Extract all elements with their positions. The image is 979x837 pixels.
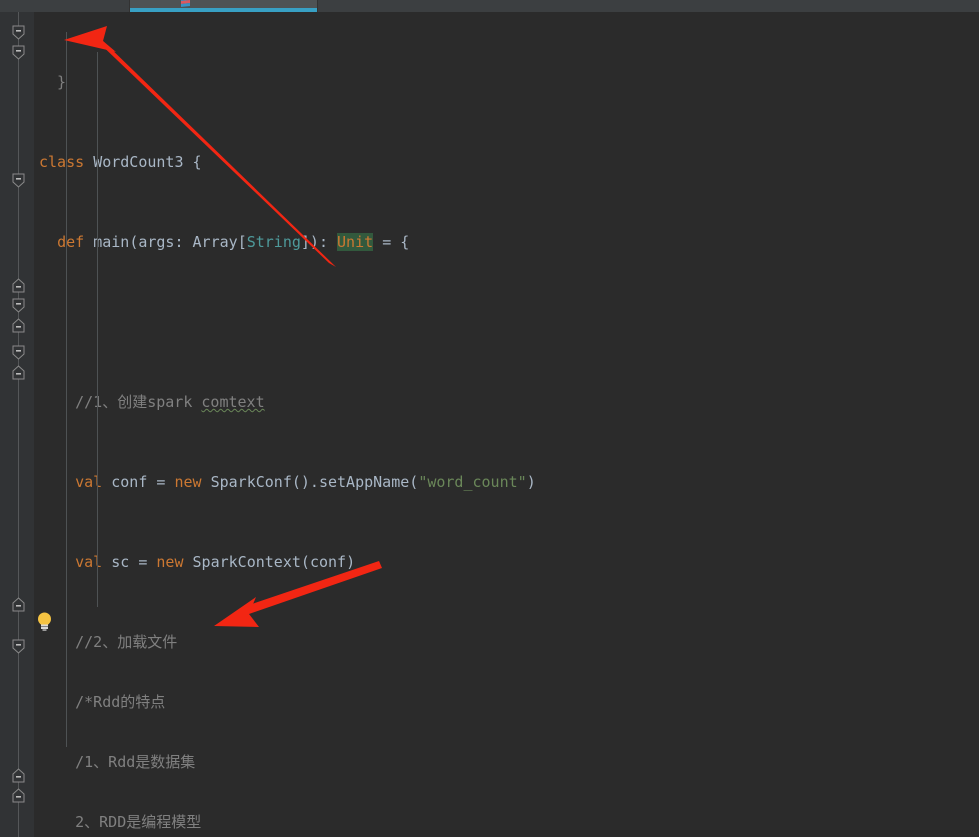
fold-marker-icon[interactable]	[11, 365, 26, 380]
code-line[interactable]: /1、Rdd是数据集	[35, 752, 979, 772]
fold-marker-icon[interactable]	[11, 173, 26, 188]
code-line[interactable]: //1、创建spark comtext	[35, 392, 979, 412]
fold-marker-icon[interactable]	[11, 298, 26, 313]
code-line[interactable]: //2、加载文件	[35, 632, 979, 652]
code-line[interactable]: val conf = new SparkConf().setAppName("w…	[35, 472, 979, 492]
fold-marker-icon[interactable]	[11, 25, 26, 40]
fold-marker-icon[interactable]	[11, 597, 26, 612]
editor-gutter[interactable]	[0, 12, 34, 837]
code-line[interactable]: /*Rdd的特点	[35, 692, 979, 712]
tab-strip-right-region	[317, 0, 979, 12]
fold-marker-icon[interactable]	[11, 45, 26, 60]
fold-marker-icon[interactable]	[11, 768, 26, 783]
scala-file-icon	[181, 0, 190, 7]
fold-marker-icon[interactable]	[11, 788, 26, 803]
tab-strip-left-region	[0, 0, 130, 12]
editor-tab-strip	[0, 0, 979, 12]
fold-marker-icon[interactable]	[11, 639, 26, 654]
lightbulb-icon[interactable]	[36, 612, 53, 631]
code-editor-area[interactable]: } class WordCount3 { def main(args: Arra…	[35, 12, 979, 837]
code-line[interactable]: }	[35, 72, 979, 92]
fold-marker-icon[interactable]	[11, 345, 26, 360]
code-line[interactable]: def main(args: Array[String]): Unit = {	[35, 232, 979, 252]
gutter-fold-rail	[18, 12, 19, 837]
editor-tab-active[interactable]	[130, 0, 317, 12]
fold-marker-icon[interactable]	[11, 278, 26, 293]
code-line[interactable]	[35, 312, 979, 332]
code-line[interactable]: val sc = new SparkContext(conf)	[35, 552, 979, 572]
code-line[interactable]: class WordCount3 {	[35, 152, 979, 172]
code-line[interactable]: 2、RDD是编程模型	[35, 812, 979, 832]
idea-editor-window: } class WordCount3 { def main(args: Arra…	[0, 0, 979, 837]
fold-marker-icon[interactable]	[11, 318, 26, 333]
